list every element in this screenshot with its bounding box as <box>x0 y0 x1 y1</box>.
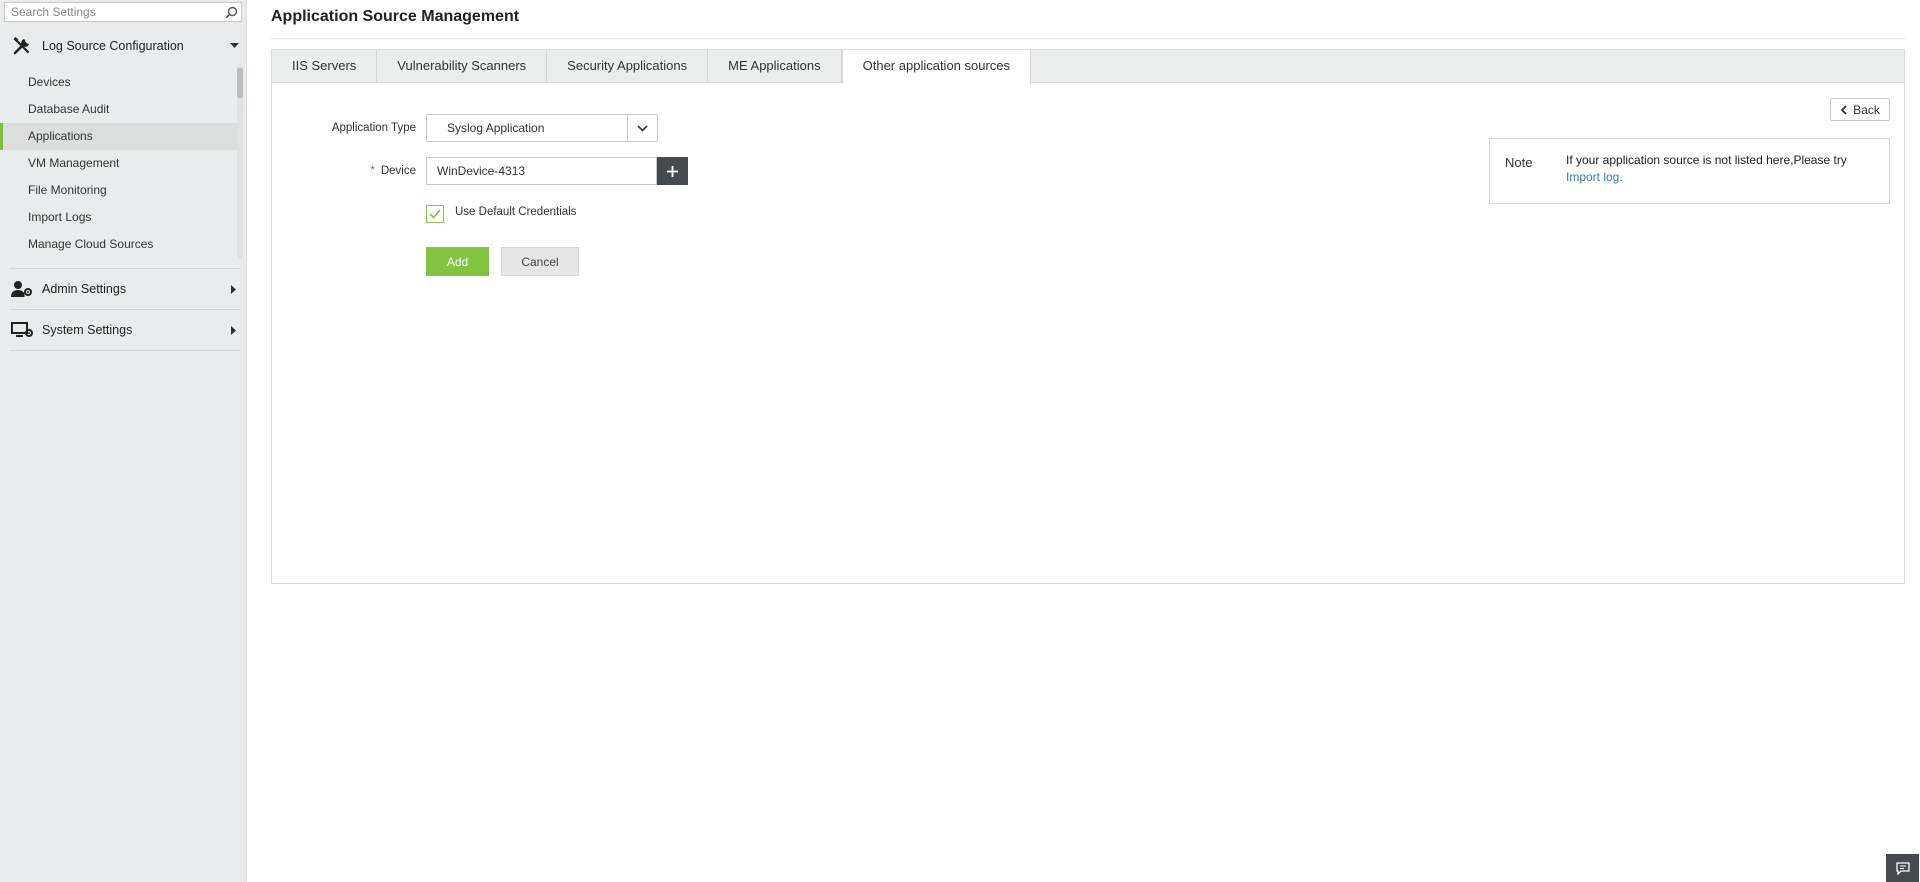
tab-iis-servers[interactable]: IIS Servers <box>272 50 378 83</box>
add-button[interactable]: Add <box>426 247 489 276</box>
use-default-credentials-checkbox[interactable] <box>426 205 444 223</box>
required-mark: * <box>370 165 375 177</box>
search-box <box>4 2 242 22</box>
divider <box>10 268 240 269</box>
device-label-text: Device <box>380 165 416 177</box>
settings-sidebar: Log Source Configuration Devices Databas… <box>0 0 247 882</box>
section-label: Log Source Configuration <box>42 39 184 53</box>
back-label: Back <box>1853 102 1880 117</box>
plus-icon <box>667 165 678 177</box>
sidebar-scrollbar[interactable] <box>237 66 243 259</box>
caret-down-icon <box>228 40 240 52</box>
section-label: Admin Settings <box>42 282 127 296</box>
sidebar-item-database-audit[interactable]: Database Audit <box>0 96 237 123</box>
search-input[interactable] <box>5 3 221 21</box>
note-text: If your application source is not listed… <box>1566 152 1866 186</box>
tools-icon <box>10 35 34 57</box>
application-type-select[interactable]: Syslog Application <box>426 114 658 142</box>
section-system-settings[interactable]: System Settings <box>10 318 240 342</box>
tab-me-applications[interactable]: ME Applications <box>708 50 842 83</box>
back-button[interactable]: Back <box>1830 98 1890 121</box>
sidebar-scroll-thumb[interactable] <box>237 68 243 98</box>
device-field <box>426 157 657 185</box>
tab-security-applications[interactable]: Security Applications <box>547 50 709 83</box>
use-default-credentials-label: Use Default Credentials <box>455 206 577 218</box>
divider <box>10 350 240 351</box>
sidebar-item-file-monitoring[interactable]: File Monitoring <box>0 177 237 204</box>
chevron-left-icon <box>1840 104 1847 115</box>
application-type-value: Syslog Application <box>447 121 545 135</box>
caret-right-icon <box>228 283 240 295</box>
tab-vulnerability-scanners[interactable]: Vulnerability Scanners <box>377 50 548 83</box>
sidebar-item-vm-management[interactable]: VM Management <box>0 150 237 177</box>
caret-right-icon <box>228 324 240 336</box>
sidebar-item-manage-cloud-sources[interactable]: Manage Cloud Sources <box>0 231 237 258</box>
log-source-submenu: Devices Database Audit Applications VM M… <box>0 69 237 258</box>
note-message: If your application source is not listed… <box>1566 153 1847 167</box>
tab-other-application-sources[interactable]: Other application sources <box>841 50 1032 84</box>
sidebar-item-import-logs[interactable]: Import Logs <box>0 204 237 231</box>
device-input[interactable] <box>427 158 656 184</box>
divider <box>10 309 240 310</box>
page-title: Application Source Management <box>271 8 520 25</box>
note-title: Note <box>1505 155 1533 170</box>
monitor-gear-icon <box>10 319 34 341</box>
add-device-button[interactable] <box>657 157 688 185</box>
section-admin-settings[interactable]: Admin Settings <box>10 277 240 301</box>
cancel-button[interactable]: Cancel <box>501 247 579 276</box>
chat-button[interactable] <box>1886 854 1919 882</box>
chat-icon <box>1895 861 1910 875</box>
section-label: System Settings <box>42 323 133 337</box>
import-log-link[interactable]: Import log. <box>1566 170 1623 184</box>
divider <box>271 38 1905 39</box>
main-panel: IIS Servers Vulnerability Scanners Secur… <box>271 49 1905 584</box>
checkmark-icon <box>429 209 441 219</box>
section-log-source-configuration[interactable]: Log Source Configuration <box>10 34 240 58</box>
device-label: * Device <box>312 165 416 177</box>
sidebar-item-applications[interactable]: Applications <box>0 123 237 150</box>
tab-bar: IIS Servers Vulnerability Scanners Secur… <box>272 50 1904 84</box>
note-box: Note If your application source is not l… <box>1489 138 1890 204</box>
search-icon[interactable] <box>221 3 241 21</box>
sidebar-item-devices[interactable]: Devices <box>0 69 237 96</box>
chevron-down-icon[interactable] <box>627 115 657 141</box>
user-gear-icon <box>10 278 34 300</box>
application-type-label: Application Type <box>331 122 416 134</box>
